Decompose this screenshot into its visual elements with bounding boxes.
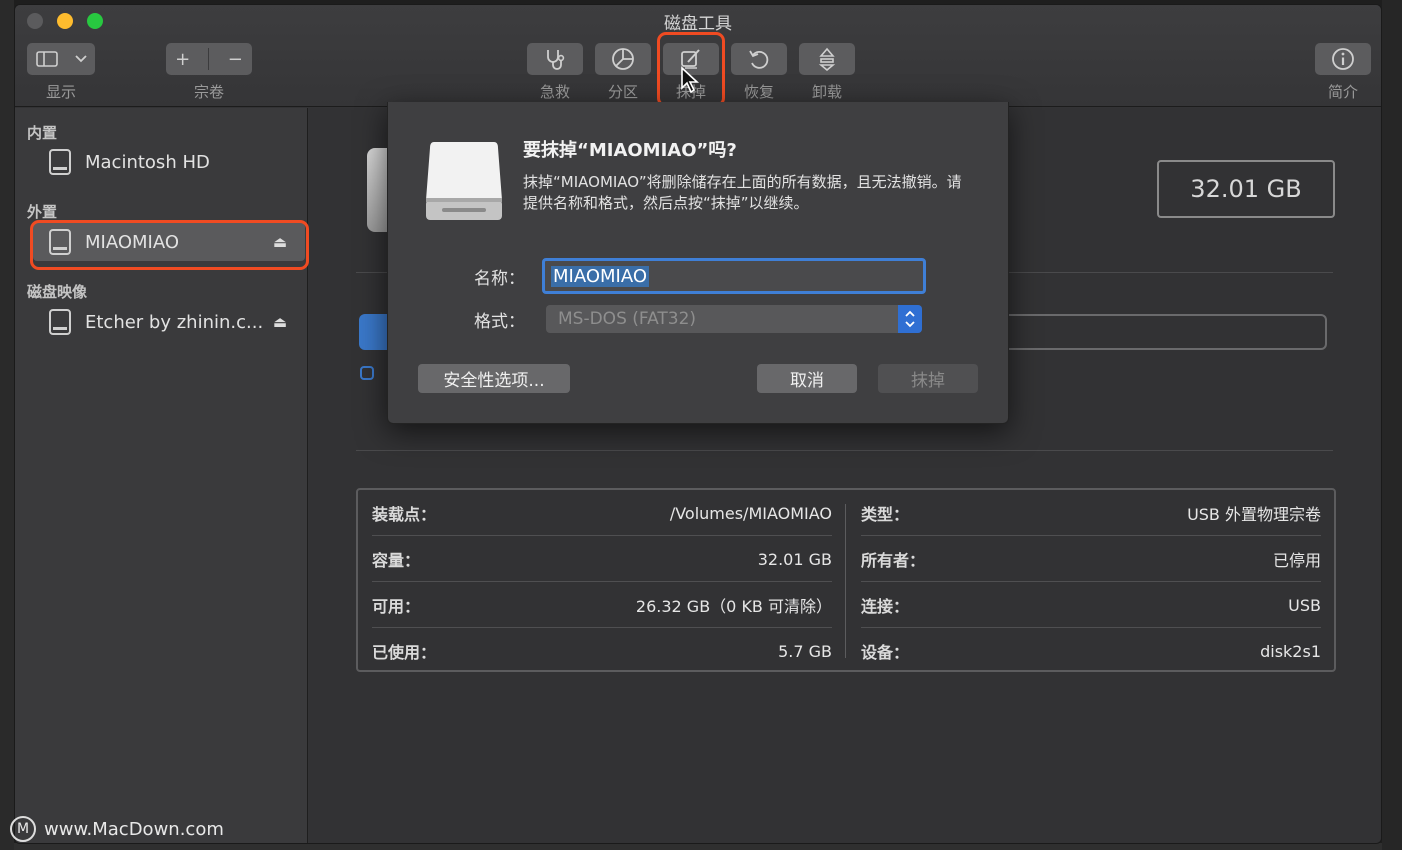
first-aid-label: 急救 [539,83,570,101]
first-aid-button[interactable] [527,43,583,75]
chevron-up-down-icon [898,305,922,333]
info-value: USB 外置物理宗卷 [1187,505,1321,524]
sidebar-header-disk-images: 磁盘映像 [27,283,88,301]
info-value: USB [1288,595,1321,615]
sidebar-header-internal: 内置 [27,124,58,142]
name-input[interactable]: MIAOMIAO [542,258,926,294]
format-select-value: MS-DOS (FAT32) [558,309,697,329]
info-value: 已停用 [1272,551,1321,570]
security-options-button[interactable]: 安全性选项... [418,364,570,393]
confirm-erase-button[interactable]: 抹掉 [878,364,978,393]
restore-button[interactable] [731,43,787,75]
watermark: M www.MacDown.com [10,816,224,842]
restore-icon [749,50,769,69]
background-left [0,0,14,850]
info-key: 连接： [861,597,910,616]
usage-bar-used [359,314,389,350]
disk-image-icon [49,309,71,335]
capacity-badge: 32.01 GB [1157,160,1335,218]
volume-segment: + − [166,43,252,75]
sidebar: 内置 Macintosh HD 外置 MIAOMIAO ⏏ 磁盘映像 Etche… [15,108,309,843]
mouse-cursor-icon [681,66,700,94]
chevron-down-icon [74,55,87,63]
background-right [1382,0,1402,850]
info-key: 设备： [861,643,910,662]
info-button[interactable] [1315,43,1371,75]
info-value: /Volumes/MIAOMIAO [669,503,832,523]
unmount-button[interactable] [799,43,855,75]
info-row-connection: 连接： USB [861,582,1321,628]
info-key: 可用： [372,597,421,616]
macdown-logo-icon: M [10,816,36,842]
separator [356,450,1333,451]
internal-disk-icon [49,149,71,175]
sidebar-item-etcher[interactable]: Etcher by zhinin.c... ⏏ [33,303,305,341]
sidebar-selection-highlight [30,220,309,270]
format-label: 格式： [474,312,525,332]
volume-label: 宗卷 [193,83,224,101]
eject-icon[interactable]: ⏏ [273,313,287,331]
watermark-text: www.MacDown.com [44,818,224,840]
remove-volume-button[interactable]: − [228,49,243,70]
info-value: disk2s1 [1260,641,1321,661]
sidebar-icon [35,51,58,67]
info-key: 所有者： [861,551,926,570]
volume-info-table: 装载点： /Volumes/MIAOMIAO 容量： 32.01 GB 可用： … [356,488,1336,672]
info-value: 32.01 GB [757,549,832,569]
info-row-capacity: 容量： 32.01 GB [372,536,832,582]
info-value: 5.7 GB [778,641,832,661]
info-column-divider [845,504,846,658]
dialog-description: 抹掉“MIAOMIAO”将删除储存在上面的所有数据，且无法撤销。请提供名称和格式… [523,173,962,212]
partition-label: 分区 [607,83,638,101]
legend-checkbox [360,366,374,380]
unmount-label: 卸载 [811,83,842,101]
add-volume-button[interactable]: + [175,49,190,70]
external-drive-icon [426,142,502,220]
erase-dialog: 要抹掉“MIAOMIAO”吗? 抹掉“MIAOMIAO”将删除储存在上面的所有数… [387,102,1009,424]
background-bottom [14,843,1382,850]
stethoscope-icon [547,50,565,70]
info-row-type: 类型： USB 外置物理宗卷 [861,490,1321,536]
sidebar-item-macintosh-hd[interactable]: Macintosh HD [33,143,305,181]
pie-chart-icon [612,48,634,70]
sidebar-item-label: Macintosh HD [85,151,210,173]
partition-button[interactable] [595,43,651,75]
window-title: 磁盘工具 [664,14,732,34]
cancel-button[interactable]: 取消 [757,364,857,393]
info-row-device: 设备： disk2s1 [861,628,1321,674]
info-row-owners: 所有者： 已停用 [861,536,1321,582]
restore-label: 恢复 [743,83,774,101]
segment-divider [208,48,210,70]
sidebar-item-label: Etcher by zhinin.c... [85,311,264,333]
info-row-used: 已使用： 5.7 GB [372,628,832,674]
info-key: 类型： [861,505,910,524]
sidebar-header-external: 外置 [27,203,58,221]
format-select[interactable]: MS-DOS (FAT32) [546,305,922,333]
info-row-available: 可用： 26.32 GB（0 KB 可清除） [372,582,832,628]
view-label: 显示 [45,83,76,101]
info-value: 26.32 GB（0 KB 可清除） [635,597,832,616]
info-key: 已使用： [372,643,437,662]
name-input-value: MIAOMIAO [551,265,650,287]
name-label: 名称： [474,269,525,289]
view-button[interactable] [27,43,95,75]
info-label: 简介 [1327,83,1358,101]
usage-bar [1004,314,1327,350]
info-key: 装载点： [372,505,437,524]
unmount-icon [818,47,836,71]
info-key: 容量： [372,551,421,570]
info-icon [1332,48,1354,70]
info-row-mount-point: 装载点： /Volumes/MIAOMIAO [372,490,832,536]
dialog-title: 要抹掉“MIAOMIAO”吗? [523,140,737,161]
